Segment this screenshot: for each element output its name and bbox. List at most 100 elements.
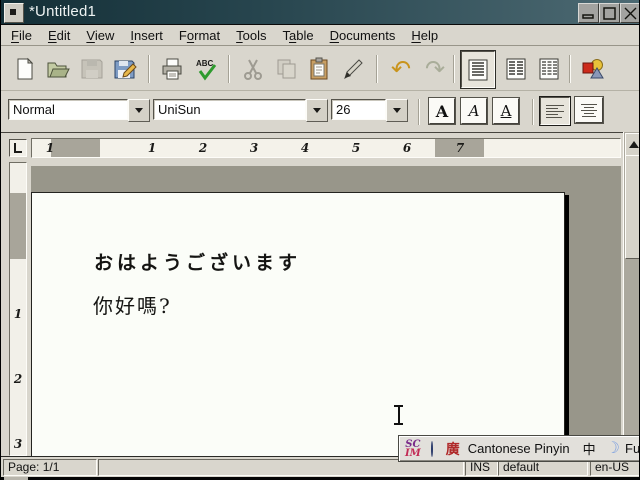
align-center-button[interactable] [575, 97, 603, 123]
menu-item-file[interactable]: File [11, 28, 32, 43]
ruler-margin-segment [51, 139, 100, 157]
minimize-icon [582, 7, 595, 19]
toolbar-separator [418, 99, 420, 125]
toolbar-separator [376, 55, 378, 83]
ibeam-cursor [393, 404, 405, 426]
window-menu-button[interactable] [4, 3, 24, 23]
ruler-margin-segment [10, 193, 26, 259]
menu-item-view[interactable]: View [86, 28, 114, 43]
left-tab-icon [14, 143, 22, 153]
ruler-number: 3 [14, 437, 22, 451]
menu-item-tools[interactable]: Tools [236, 28, 266, 43]
maximize-icon [603, 7, 616, 20]
vertical-ruler: 1 2 3 [9, 162, 27, 456]
ruler-number: 2 [14, 372, 22, 386]
menu-item-table[interactable]: Table [283, 28, 314, 43]
scrollbar-thumb[interactable] [625, 155, 640, 259]
spellcheck-button[interactable]: ABC [190, 51, 222, 86]
vertical-scrollbar[interactable] [623, 132, 640, 456]
document-text-line: 你好嗎? [93, 290, 172, 319]
scim-sphere-icon[interactable] [431, 441, 433, 457]
ruler-number: 1 [14, 307, 22, 321]
ruler-number: 4 [301, 141, 309, 155]
underline-button[interactable]: A [493, 98, 519, 124]
close-icon [624, 7, 637, 20]
three-columns-icon [537, 57, 561, 81]
new-document-button[interactable] [9, 51, 41, 86]
three-columns-button[interactable] [533, 51, 565, 86]
one-column-button[interactable] [461, 51, 495, 88]
style-combo-arrow-button[interactable] [128, 99, 150, 122]
style-combobox[interactable]: Normal [8, 99, 128, 120]
align-center-icon [581, 104, 597, 117]
scim-panel[interactable]: SC IM 廣 Cantonese Pinyin 中 ☽ Fu [398, 435, 640, 462]
ruler-row: 1 1 2 3 4 5 6 7 [1, 132, 640, 163]
save-button-disabled[interactable] [76, 51, 108, 86]
scim-mode-indicator[interactable]: 中 [583, 439, 596, 458]
titlebar: *Untitled1 [1, 0, 640, 24]
print-button[interactable] [156, 51, 188, 86]
cut-button-disabled[interactable] [237, 51, 269, 86]
horizontal-ruler[interactable]: 1 1 2 3 4 5 6 7 [31, 138, 621, 158]
two-columns-button[interactable] [500, 51, 532, 86]
toolbar-separator [148, 55, 150, 83]
scim-moon-icon[interactable]: ☽ [606, 441, 620, 457]
menu-item-format[interactable]: Format [179, 28, 220, 43]
abiword-window: *Untitled1 File Edit View Insert Format Tools… [0, 0, 640, 480]
document-page[interactable]: おはようございます 你好嗎? [31, 192, 565, 456]
menu-item-help[interactable]: Help [411, 28, 438, 43]
save-as-button[interactable] [109, 51, 141, 86]
size-combo-arrow-button[interactable] [386, 99, 408, 122]
document-text-line: おはようございます [94, 248, 301, 275]
arrow-up-icon [629, 141, 639, 148]
open-button[interactable] [42, 51, 74, 86]
menu-item-documents[interactable]: Documents [330, 28, 396, 43]
toolbar-separator [532, 99, 534, 125]
cut-icon [241, 57, 265, 81]
italic-button[interactable]: A [461, 98, 487, 124]
font-size-combobox[interactable]: 26 [331, 99, 386, 120]
redo-icon: ↷ [425, 57, 445, 81]
main-toolbar: ABC [1, 47, 640, 91]
scim-ime-char[interactable]: 廣 [446, 439, 460, 459]
bold-button[interactable]: A [429, 98, 455, 124]
window-menu-icon [10, 9, 16, 15]
align-left-button[interactable] [540, 97, 570, 125]
copy-button-disabled[interactable] [270, 51, 302, 86]
menu-item-insert[interactable]: Insert [130, 28, 163, 43]
window-title: *Untitled1 [29, 3, 96, 20]
scim-logo: SC IM [405, 440, 421, 458]
status-page-indicator: Page: 1/1 [3, 459, 97, 476]
minimize-button[interactable] [578, 3, 599, 23]
close-button[interactable] [620, 3, 640, 23]
redo-button-disabled[interactable]: ↷ [419, 51, 451, 86]
ruler-number: 7 [456, 141, 464, 155]
spellcheck-icon: ABC [194, 57, 218, 81]
tab-selector-button[interactable] [9, 139, 27, 157]
ruler-number: 1 [148, 141, 156, 155]
font-combobox[interactable]: UniSun [153, 99, 306, 120]
maximize-button[interactable] [599, 3, 620, 23]
undo-icon: ↶ [391, 57, 411, 81]
undo-button[interactable]: ↶ [385, 51, 417, 86]
format-toolbar: Normal UniSun 26 A A A [1, 91, 640, 133]
scroll-up-button[interactable] [625, 133, 640, 156]
ruler-number: 6 [403, 141, 411, 155]
print-icon [160, 57, 184, 81]
ruler-number: 5 [352, 141, 360, 155]
pen-button[interactable] [337, 51, 369, 86]
menu-item-edit[interactable]: Edit [48, 28, 70, 43]
ruler-number: 3 [250, 141, 258, 155]
svg-text:ABC: ABC [196, 59, 214, 68]
toolbar-separator [569, 55, 571, 83]
ruler-number: 2 [199, 141, 207, 155]
chevron-down-icon [135, 108, 143, 113]
scim-clipped-label[interactable]: Fu [625, 441, 640, 456]
paste-button[interactable] [303, 51, 335, 86]
scim-ime-name[interactable]: Cantonese Pinyin [468, 441, 570, 456]
pen-icon [341, 57, 365, 81]
insert-shapes-icon [581, 57, 607, 81]
font-combo-arrow-button[interactable] [306, 99, 328, 122]
insert-shapes-button[interactable] [578, 51, 610, 86]
ruler-number: 1 [46, 141, 54, 155]
